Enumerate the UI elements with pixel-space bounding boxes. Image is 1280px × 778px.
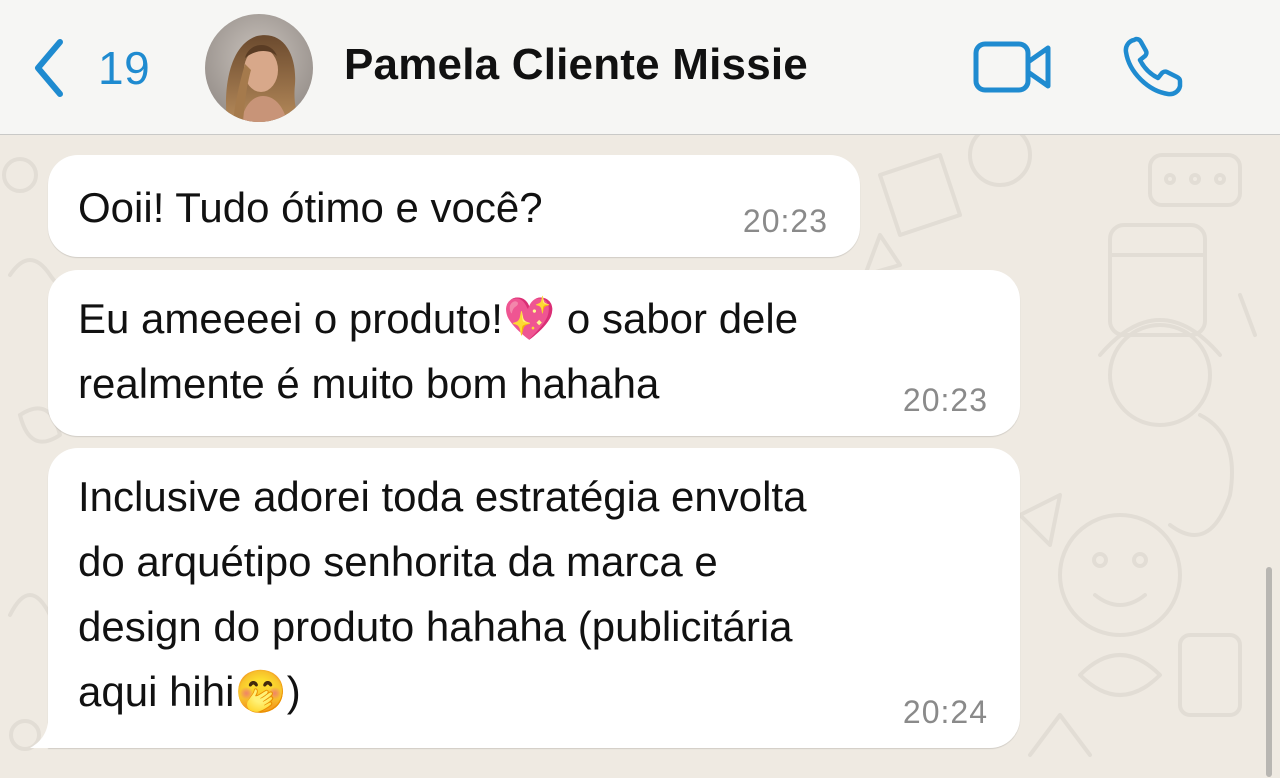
video-camera-icon [973, 41, 1051, 93]
back-button[interactable]: 19 [30, 36, 150, 100]
message-text-part: Eu ameeeei o produto! [78, 295, 503, 342]
voice-call-button[interactable] [1120, 34, 1190, 100]
sparkling-heart-emoji: 💖 [502, 294, 556, 343]
unread-count: 19 [98, 42, 151, 94]
chat-header: 19 Pamela Cliente Missie [0, 0, 1280, 135]
phone-icon [1123, 36, 1183, 97]
message-text: Inclusive adorei toda estratégia envolta… [78, 464, 990, 724]
message-text: Eu ameeeei o produto!💖 o sabor dele real… [78, 286, 990, 416]
message-timestamp: 20:24 [902, 694, 988, 730]
chevron-left-icon [35, 39, 63, 97]
message-timestamp: 20:23 [742, 203, 828, 239]
message-list[interactable]: Ooii! Tudo ótimo e você? 20:23 Eu ameeee… [0, 135, 1280, 778]
video-call-button[interactable] [972, 38, 1054, 96]
scrollbar[interactable] [1266, 567, 1272, 777]
message-bubble[interactable]: Inclusive adorei toda estratégia envolta… [48, 448, 1020, 748]
bubble-tail [30, 710, 60, 748]
message-text-part: ) [286, 668, 301, 715]
contact-avatar[interactable] [205, 14, 313, 122]
contact-name[interactable]: Pamela Cliente Missie [344, 40, 808, 90]
message-bubble[interactable]: Eu ameeeei o produto!💖 o sabor dele real… [48, 270, 1020, 436]
message-text-part: Inclusive adorei toda estratégia envolta… [78, 473, 807, 715]
hand-over-mouth-emoji: 🤭 [234, 667, 287, 716]
message-timestamp: 20:23 [902, 382, 988, 418]
message-text: Ooii! Tudo ótimo e você? [78, 184, 543, 231]
message-bubble[interactable]: Ooii! Tudo ótimo e você? 20:23 [48, 155, 860, 257]
